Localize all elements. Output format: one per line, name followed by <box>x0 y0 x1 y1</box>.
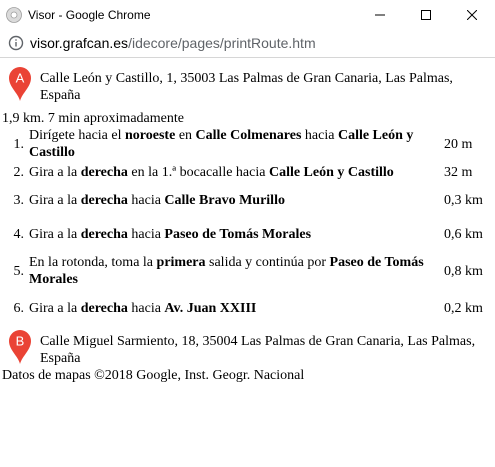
route-summary: 1,9 km. 7 min aproximadamente <box>2 111 184 126</box>
step-text: hacia <box>127 300 165 316</box>
window-title: Visor - Google Chrome <box>28 7 151 22</box>
step-number: 4. <box>13 226 25 242</box>
step-emphasis: derecha <box>80 164 128 180</box>
step-number: 1. <box>13 136 25 152</box>
end-row: B Calle Miguel Sarmiento, 18, 35004 Las … <box>0 329 495 367</box>
step-row: 4. Gira a la derecha hacia Paseo de Tomás… <box>2 217 488 251</box>
marker-b-label: B <box>16 334 25 349</box>
start-row: A Calle León y Castillo, 1, 35003 Las Pa… <box>0 66 495 104</box>
step-row: 2. Gira a la derecha en la 1.ª bocacalle … <box>2 161 488 183</box>
step-emphasis: derecha <box>80 226 128 242</box>
step-text: Gira a la <box>29 226 81 242</box>
step-text: Dirígete hacia el <box>29 128 126 143</box>
step-emphasis: derecha <box>80 192 128 208</box>
step-distance: 0,6 km <box>444 226 483 242</box>
start-address: Calle León y Castillo, 1, 35003 Las Palm… <box>40 71 453 103</box>
map-credit: Datos de mapas ©2018 Google, Inst. Geogr… <box>2 368 305 383</box>
route-page: A Calle León y Castillo, 1, 35003 Las Pa… <box>0 66 495 384</box>
steps-table: 1. Dirígete hacia el noroeste en Calle Co… <box>2 127 488 325</box>
step-emphasis: Calle Colmenares <box>195 128 302 143</box>
step-text: hacia <box>301 128 338 143</box>
step-emphasis: Calle Bravo Murillo <box>164 192 285 208</box>
step-number: 5. <box>13 263 25 279</box>
step-emphasis: Paseo de Tomás Morales <box>164 226 312 242</box>
step-number: 3. <box>13 192 25 208</box>
step-instruction: En la rotonda, toma la primera salida y … <box>29 251 440 291</box>
maximize-icon <box>421 9 431 20</box>
step-instruction: Gira a la derecha hacia Av. Juan XXIII <box>29 291 440 325</box>
step-number: 6. <box>13 300 25 316</box>
step-emphasis: Calle León y Castillo <box>268 164 394 180</box>
step-instruction: Gira a la derecha hacia Calle Bravo Muri… <box>29 183 440 217</box>
window-titlebar: Visor - Google Chrome <box>0 0 495 29</box>
step-instruction: Gira a la derecha hacia Paseo de Tomás M… <box>29 217 440 251</box>
step-text: En la rotonda, toma la <box>29 255 157 270</box>
step-distance: 20 m <box>444 136 473 152</box>
step-number: 2. <box>13 164 25 180</box>
step-text: en la 1.ª bocacalle hacia <box>127 164 269 180</box>
url-host: visor.grafcan.es <box>30 35 129 51</box>
minimize-button[interactable] <box>357 0 403 29</box>
close-button[interactable] <box>449 0 495 29</box>
step-emphasis: derecha <box>80 300 128 316</box>
step-text: Gira a la <box>29 300 81 316</box>
step-distance: 0,3 km <box>444 192 483 208</box>
step-text: Gira a la <box>29 164 81 180</box>
end-address: Calle Miguel Sarmiento, 18, 35004 Las Pa… <box>40 334 476 366</box>
step-row: 3. Gira a la derecha hacia Calle Bravo Mu… <box>2 183 488 217</box>
step-distance: 0,8 km <box>444 263 483 279</box>
step-emphasis: noroeste <box>125 128 176 143</box>
step-emphasis: Av. Juan XXIII <box>164 300 257 316</box>
step-instruction: Dirígete hacia el noroeste en Calle Colm… <box>29 127 440 161</box>
step-row: 1. Dirígete hacia el noroeste en Calle Co… <box>2 127 488 161</box>
minimize-icon <box>375 14 385 15</box>
step-emphasis: primera <box>156 255 206 270</box>
step-text: hacia <box>127 192 165 208</box>
step-text: salida y continúa por <box>205 255 330 270</box>
marker-a-label: A <box>16 71 25 86</box>
step-distance: 32 m <box>444 164 473 180</box>
step-instruction: Gira a la derecha en la 1.ª bocacalle ha… <box>29 161 440 183</box>
close-icon <box>467 9 477 20</box>
step-text: en <box>175 128 196 143</box>
chrome-icon <box>6 6 22 23</box>
step-text: hacia <box>127 226 165 242</box>
url-path: /idecore/pages/printRoute.htm <box>128 35 316 51</box>
step-text: Gira a la <box>29 192 81 208</box>
address-bar[interactable]: visor.grafcan.es/idecore/pages/printRout… <box>0 29 495 58</box>
maximize-button[interactable] <box>403 0 449 29</box>
step-row: 6. Gira a la derecha hacia Av. Juan XXIII… <box>2 291 488 325</box>
step-distance: 0,2 km <box>444 300 483 316</box>
info-icon[interactable] <box>8 35 24 51</box>
marker-b-icon: B <box>9 330 31 364</box>
marker-a-icon: A <box>9 67 31 101</box>
step-row: 5. En la rotonda, toma la primera salida … <box>2 251 488 291</box>
